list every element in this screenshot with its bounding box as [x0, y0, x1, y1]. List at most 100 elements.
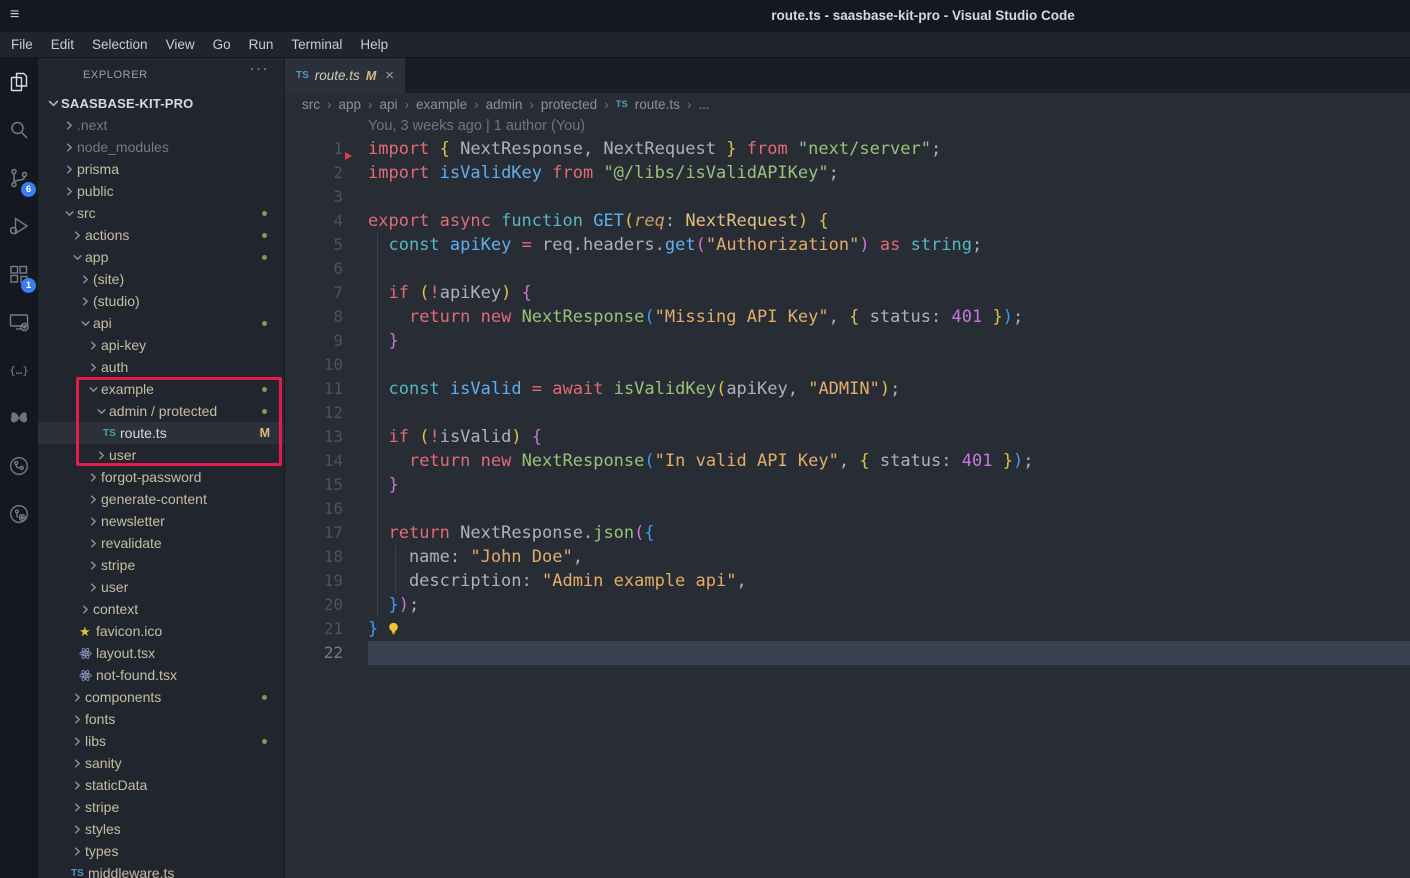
tree-item-types[interactable]: types [38, 840, 284, 862]
line-number-14[interactable]: 14 [285, 449, 343, 473]
line-number-17[interactable]: 17 [285, 521, 343, 545]
extensions-button[interactable]: 1 [0, 250, 38, 298]
code-line-4[interactable]: export async function GET(req: NextReque… [368, 209, 1410, 233]
code-line-20[interactable]: }); [368, 593, 1410, 617]
line-number-21[interactable]: 21 [285, 617, 343, 641]
tree-item-favicon-ico[interactable]: ★favicon.ico [38, 620, 284, 642]
run-debug-button[interactable] [0, 202, 38, 250]
tree-item-layout-tsx[interactable]: layout.tsx [38, 642, 284, 664]
menu-item-view[interactable]: View [157, 32, 204, 58]
breadcrumb-api[interactable]: api [380, 97, 398, 112]
code-line-15[interactable]: } [368, 473, 1410, 497]
code-line-9[interactable]: } [368, 329, 1410, 353]
tree-item-generate-content[interactable]: generate-content [38, 488, 284, 510]
menu-item-run[interactable]: Run [240, 32, 283, 58]
tree-item-site[interactable]: (site) [38, 268, 284, 290]
tree-item-app[interactable]: app [38, 246, 284, 268]
tree-item-styles[interactable]: styles [38, 818, 284, 840]
code-line-14[interactable]: return new NextResponse("In valid API Ke… [368, 449, 1410, 473]
hamburger-menu-icon[interactable]: ≡ [10, 6, 19, 24]
line-number-18[interactable]: 18 [285, 545, 343, 569]
tree-item-newsletter[interactable]: newsletter [38, 510, 284, 532]
code-line-10[interactable] [368, 353, 1410, 377]
tree-item-next[interactable]: .next [38, 114, 284, 136]
code-line-6[interactable] [368, 257, 1410, 281]
line-number-1[interactable]: 1 [285, 137, 343, 161]
breadcrumb-example[interactable]: example [416, 97, 467, 112]
line-number-22[interactable]: 22 [285, 641, 343, 665]
code-line-1[interactable]: import { NextResponse, NextRequest } fro… [368, 137, 1410, 161]
code-line-2[interactable]: import isValidKey from "@/libs/isValidAP… [368, 161, 1410, 185]
code-line-11[interactable]: const isValid = await isValidKey(apiKey,… [368, 377, 1410, 401]
code-line-8[interactable]: return new NextResponse("Missing API Key… [368, 305, 1410, 329]
line-number-5[interactable]: 5 [285, 233, 343, 257]
menu-item-go[interactable]: Go [204, 32, 240, 58]
tab-route-ts[interactable]: TS route.ts M × [285, 58, 405, 93]
line-number-6[interactable]: 6 [285, 257, 343, 281]
code-line-12[interactable] [368, 401, 1410, 425]
line-number-3[interactable]: 3 [285, 185, 343, 209]
tree-item-route-ts[interactable]: TSroute.tsM [38, 422, 284, 444]
tree-item-admin-protected[interactable]: admin / protected [38, 400, 284, 422]
code-line-7[interactable]: if (!apiKey) { [368, 281, 1410, 305]
tree-item-context[interactable]: context [38, 598, 284, 620]
tree-item-components[interactable]: components [38, 686, 284, 708]
tree-item-user[interactable]: user [38, 444, 284, 466]
line-number-15[interactable]: 15 [285, 473, 343, 497]
breadcrumb-src[interactable]: src [302, 97, 320, 112]
tree-item-middleware-ts[interactable]: TSmiddleware.ts [38, 862, 284, 878]
tree-item-forgot-password[interactable]: forgot-password [38, 466, 284, 488]
breadcrumb-route-ts[interactable]: route.ts [635, 97, 680, 112]
source-control-button[interactable]: 6 [0, 154, 38, 202]
code-line-19[interactable]: description: "Admin example api", [368, 569, 1410, 593]
gitlens-inspect-button[interactable] [0, 490, 38, 538]
breadcrumb-admin[interactable]: admin [486, 97, 523, 112]
code-line-17[interactable]: return NextResponse.json({ [368, 521, 1410, 545]
line-number-19[interactable]: 19 [285, 569, 343, 593]
tree-item-src[interactable]: src [38, 202, 284, 224]
explorer-more-actions[interactable]: ··· [250, 60, 270, 77]
code-line-21[interactable]: } [368, 617, 1410, 641]
explorer-button[interactable] [0, 58, 38, 106]
tree-item-auth[interactable]: auth [38, 356, 284, 378]
tree-item-node-modules[interactable]: node_modules [38, 136, 284, 158]
menu-item-terminal[interactable]: Terminal [282, 32, 351, 58]
breadcrumb-more[interactable]: ... [698, 97, 709, 112]
tree-item-revalidate[interactable]: revalidate [38, 532, 284, 554]
remote-explorer-button[interactable] [0, 298, 38, 346]
breadcrumb-app[interactable]: app [339, 97, 362, 112]
menu-item-file[interactable]: File [2, 32, 42, 58]
tree-item-not-found-tsx[interactable]: not-found.tsx [38, 664, 284, 686]
tree-item-public[interactable]: public [38, 180, 284, 202]
code-line-18[interactable]: name: "John Doe", [368, 545, 1410, 569]
tree-item-stripe[interactable]: stripe [38, 796, 284, 818]
line-number-4[interactable]: 4 [285, 209, 343, 233]
tree-item-prisma[interactable]: prisma [38, 158, 284, 180]
line-number-16[interactable]: 16 [285, 497, 343, 521]
code-line-22[interactable] [368, 641, 1410, 665]
search-button[interactable] [0, 106, 38, 154]
butterfly-extension-button[interactable] [0, 394, 38, 442]
tree-item-actions[interactable]: actions [38, 224, 284, 246]
line-number-20[interactable]: 20 [285, 593, 343, 617]
line-number-12[interactable]: 12 [285, 401, 343, 425]
code-line-3[interactable] [368, 185, 1410, 209]
tree-item-libs[interactable]: libs [38, 730, 284, 752]
breadcrumb-protected[interactable]: protected [541, 97, 597, 112]
line-number-8[interactable]: 8 [285, 305, 343, 329]
code-line-13[interactable]: if (!isValid) { [368, 425, 1410, 449]
tree-item-studio[interactable]: (studio) [38, 290, 284, 312]
gitlens-button[interactable] [0, 442, 38, 490]
braces-extension-button[interactable]: {…} [0, 346, 38, 394]
line-number-13[interactable]: 13 [285, 425, 343, 449]
code-line-5[interactable]: const apiKey = req.headers.get("Authoriz… [368, 233, 1410, 257]
lightbulb-icon[interactable] [386, 619, 401, 643]
menu-item-edit[interactable]: Edit [42, 32, 83, 58]
line-number-9[interactable]: 9 [285, 329, 343, 353]
tree-item-fonts[interactable]: fonts [38, 708, 284, 730]
menu-item-help[interactable]: Help [351, 32, 397, 58]
code-line-16[interactable] [368, 497, 1410, 521]
line-number-11[interactable]: 11 [285, 377, 343, 401]
line-number-7[interactable]: 7 [285, 281, 343, 305]
tree-item-sanity[interactable]: sanity [38, 752, 284, 774]
